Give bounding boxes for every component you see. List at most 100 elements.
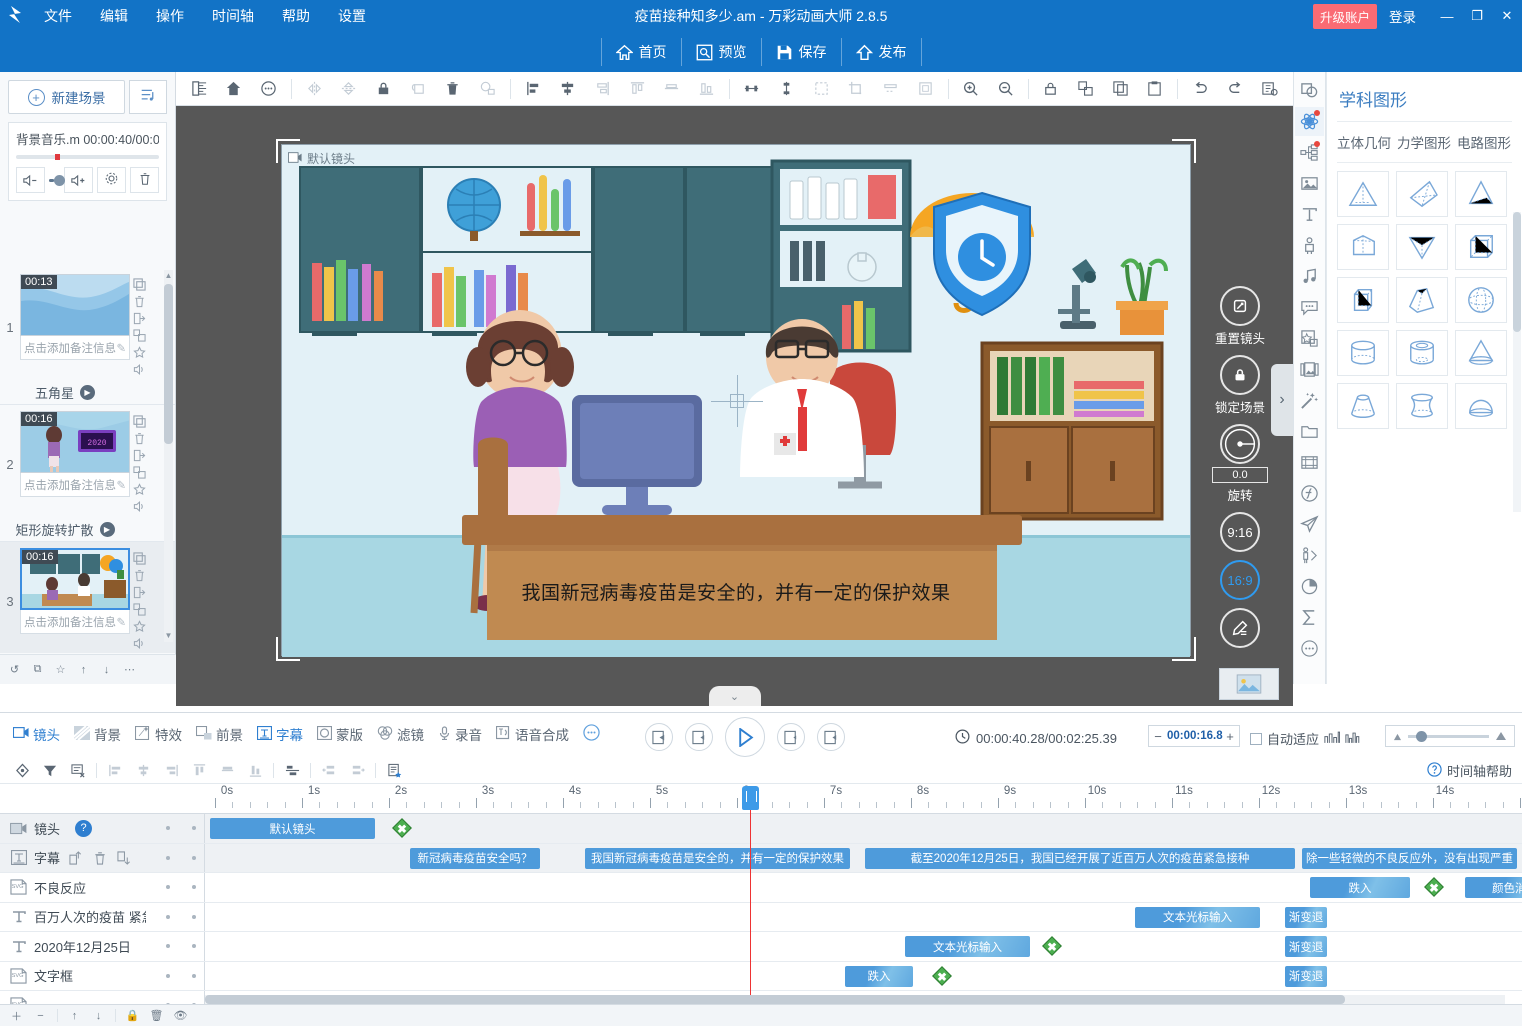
redo-icon[interactable]	[1218, 74, 1253, 104]
scene-list-scrollbar[interactable]: ▲ ▼	[164, 270, 173, 642]
pencil-icon[interactable]: ✎	[116, 615, 126, 629]
music-settings-button[interactable]	[97, 167, 126, 193]
chart-icon[interactable]	[1295, 572, 1324, 601]
duplicate-icon[interactable]	[133, 466, 147, 480]
clear-filter-icon[interactable]	[64, 760, 92, 782]
timeline-tracks[interactable]: 镜头?默认镜头字幕新冠病毒疫苗安全吗？我国新冠病毒疫苗是安全的，并有一定的保护效…	[0, 814, 1522, 1004]
formula-icon[interactable]	[1295, 479, 1324, 508]
scene-thumbnail[interactable]: 00:16 2020	[20, 411, 130, 473]
copy-icon[interactable]	[1103, 74, 1138, 104]
pyramid-square-icon[interactable]	[1455, 171, 1507, 217]
split-icon[interactable]: ⧉	[27, 661, 48, 679]
timeline-zoom-slider[interactable]	[1385, 725, 1515, 747]
effects-icon[interactable]	[1295, 107, 1324, 136]
volume-up-button[interactable]	[64, 167, 93, 193]
track-body[interactable]: 默认镜头	[205, 814, 1522, 843]
track-toggles[interactable]	[166, 885, 196, 889]
timeline-row[interactable]: SVG不良反应跌入颜色消失	[0, 873, 1522, 903]
copy-icon[interactable]	[133, 278, 147, 292]
music-delete-button[interactable]	[130, 167, 159, 193]
maximize-button[interactable]: ❐	[1462, 0, 1492, 32]
play-icon[interactable]: ▶	[100, 522, 115, 537]
home-button[interactable]: 首页	[601, 38, 682, 66]
close-button[interactable]: ✕	[1492, 0, 1522, 32]
export-icon[interactable]	[133, 312, 147, 326]
star-icon[interactable]	[133, 346, 147, 360]
timeline-clip[interactable]: 渐变退	[1285, 907, 1327, 928]
track-toggles[interactable]	[166, 915, 196, 919]
selection-handle-tr[interactable]	[1172, 139, 1196, 163]
keyframe-marker[interactable]	[932, 966, 952, 986]
fit-width-icon[interactable]	[1324, 731, 1340, 747]
gallery-icon[interactable]	[1295, 355, 1324, 384]
sub-icon[interactable]: −	[30, 1007, 51, 1025]
move-up-icon[interactable]: ↑	[64, 1007, 85, 1025]
undo-icon[interactable]	[1183, 74, 1218, 104]
timeline-row[interactable]: SVG文字框跌入渐变退	[0, 962, 1522, 992]
scene-transition-label[interactable]: 五角星 ▶	[0, 379, 130, 404]
duration-value[interactable]: 00:00:16.8	[1167, 730, 1221, 742]
next-scene-button[interactable]	[817, 723, 845, 751]
selection-handle-bl[interactable]	[276, 637, 300, 661]
tab-circuits[interactable]: 电路图形	[1457, 132, 1511, 152]
align-bottom-icon[interactable]	[689, 74, 724, 104]
align-top-icon[interactable]	[185, 760, 213, 782]
duration-field[interactable]: − 00:00:16.8 +	[1148, 725, 1240, 747]
tab-recording[interactable]: 录音	[433, 721, 487, 747]
scene-thumbnail[interactable]: 00:16	[20, 548, 130, 610]
track-toggles[interactable]	[166, 974, 196, 978]
group-icon[interactable]	[1068, 74, 1103, 104]
copy-icon[interactable]	[133, 552, 147, 566]
scene-note[interactable]: 点击添加备注信息 ✎	[20, 610, 130, 634]
track-toggles[interactable]	[166, 856, 196, 860]
timeline-clip[interactable]: 文本光标输入	[1135, 907, 1260, 928]
track-body[interactable]: 跌入颜色消失	[205, 873, 1522, 902]
flip-horizontal-icon[interactable]	[297, 74, 332, 104]
pyramid-triangular-icon[interactable]	[1337, 171, 1389, 217]
playhead-grip[interactable]	[742, 786, 759, 810]
tab-filter[interactable]: 滤镜	[372, 721, 429, 747]
filter-icon[interactable]	[36, 760, 64, 782]
pencil-icon[interactable]: ✎	[116, 341, 126, 355]
menu-operate[interactable]: 操作	[142, 0, 198, 32]
duration-minus-button[interactable]: −	[1149, 729, 1167, 744]
nudge-right-icon[interactable]	[343, 760, 371, 782]
scene-note[interactable]: 点击添加备注信息 ✎	[20, 336, 130, 360]
import-icon[interactable]	[115, 849, 132, 866]
stage[interactable]: 默认镜头 我国新冠病毒疫苗是安全的，并有一定的保护效果	[281, 144, 1191, 656]
ratio-9-16-button[interactable]: 9:16	[1220, 512, 1260, 552]
play-icon[interactable]: ▶	[80, 385, 95, 400]
align-right-icon[interactable]	[585, 74, 620, 104]
shapes-icon[interactable]	[1295, 76, 1324, 105]
history-icon[interactable]	[1252, 74, 1287, 104]
align-middle-icon[interactable]	[654, 74, 689, 104]
scene-item-selected[interactable]: 3 00:16	[0, 542, 175, 653]
stage-subtitle[interactable]: 我国新冠病毒疫苗是安全的，并有一定的保护效果	[282, 578, 1190, 605]
bubble-icon[interactable]	[1295, 293, 1324, 322]
trash-icon[interactable]	[133, 432, 147, 446]
text-icon[interactable]	[1295, 200, 1324, 229]
pencil-icon[interactable]: ✎	[116, 478, 126, 492]
cuboid-icon[interactable]	[1337, 277, 1389, 323]
right-panel-scrollbar[interactable]	[1513, 212, 1521, 512]
track-body[interactable]: 跌入渐变退	[205, 962, 1522, 991]
keyframe-marker[interactable]	[392, 818, 412, 838]
reset-camera-button[interactable]	[1220, 286, 1260, 326]
timeline-help-button[interactable]: 时间轴帮助	[1427, 761, 1512, 780]
selection-handle-tl[interactable]	[276, 139, 300, 163]
lock-scene-button[interactable]	[1220, 355, 1260, 395]
more-icon[interactable]: ⋯	[119, 661, 140, 679]
frustum-pyramid-icon[interactable]	[1396, 277, 1448, 323]
timeline-row[interactable]: 镜头?默认镜头	[0, 814, 1522, 844]
cone-icon[interactable]	[1455, 330, 1507, 376]
track-body[interactable]: 文本光标输入 渐变退	[205, 903, 1522, 932]
fit-all-icon[interactable]	[1345, 731, 1361, 747]
align-left-icon[interactable]	[101, 760, 129, 782]
zoom-in-icon[interactable]	[953, 74, 988, 104]
track-help-badge[interactable]: ?	[75, 820, 92, 837]
align-right-icon[interactable]	[157, 760, 185, 782]
paste-icon[interactable]	[1138, 74, 1173, 104]
sphere-icon[interactable]	[1455, 277, 1507, 323]
export-icon[interactable]	[67, 849, 84, 866]
eye-icon[interactable]: 👁	[170, 1007, 191, 1025]
